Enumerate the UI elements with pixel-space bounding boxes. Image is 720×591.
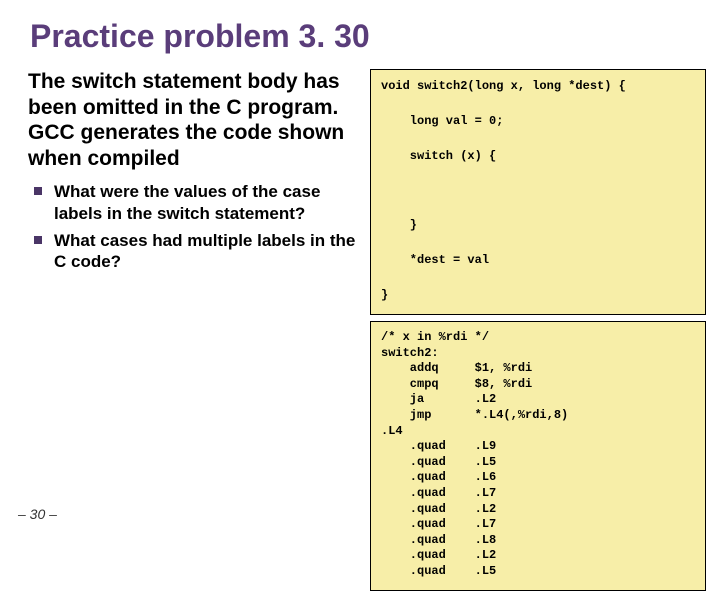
- left-column: The switch statement body has been omitt…: [28, 69, 358, 591]
- bullet-list: What were the values of the case labels …: [28, 181, 358, 272]
- content-area: The switch statement body has been omitt…: [0, 69, 720, 591]
- asm-code-block: /* x in %rdi */ switch2: addq $1, %rdi c…: [370, 321, 706, 591]
- c-code-block: void switch2(long x, long *dest) { long …: [370, 69, 706, 315]
- page-number: – 30 –: [18, 506, 57, 522]
- slide-title: Practice problem 3. 30: [0, 0, 720, 69]
- right-column: void switch2(long x, long *dest) { long …: [370, 69, 706, 591]
- list-item: What cases had multiple labels in the C …: [54, 230, 358, 273]
- intro-paragraph: The switch statement body has been omitt…: [28, 69, 358, 171]
- list-item: What were the values of the case labels …: [54, 181, 358, 224]
